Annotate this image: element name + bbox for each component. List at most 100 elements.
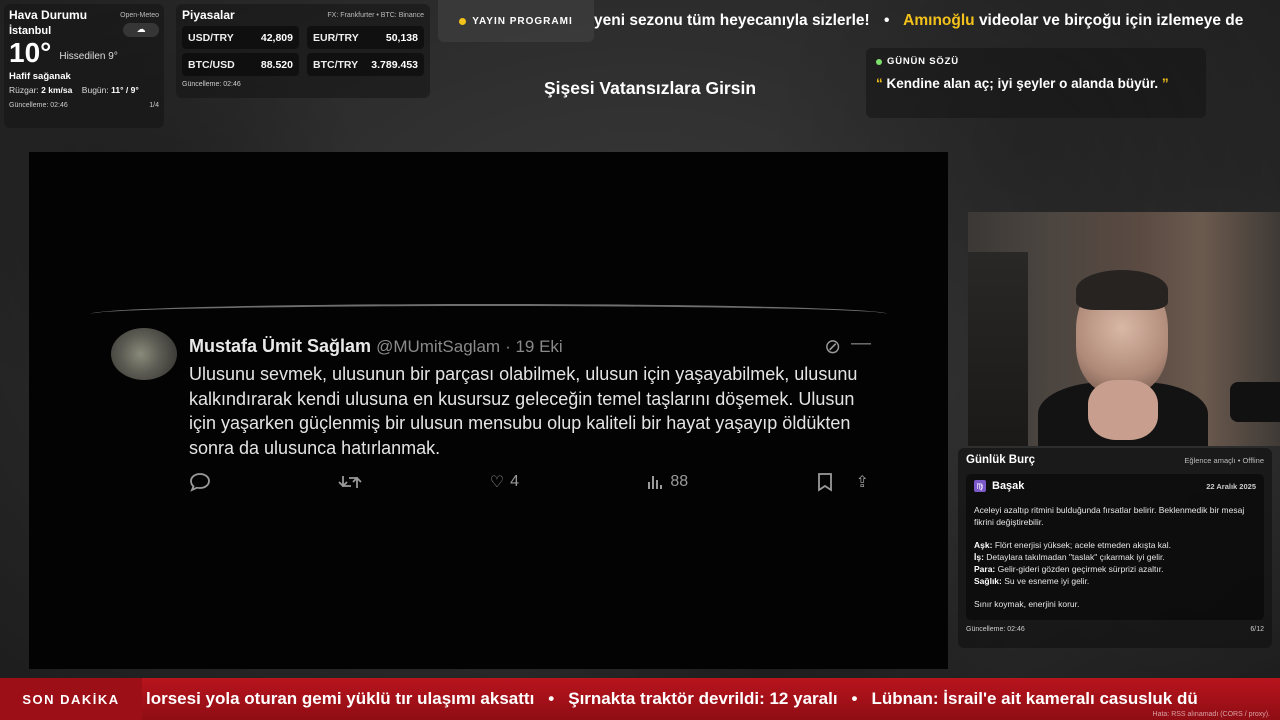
weather-widget: Hava Durumu Open-Meteo İstanbul ☁ 10° Hi… [4, 4, 164, 128]
webcam-feed [968, 212, 1280, 446]
today-value: 11° / 9° [111, 85, 139, 95]
view-count: 88 [670, 473, 689, 490]
screen-edge [91, 304, 887, 314]
market-label: USD/TRY [188, 31, 234, 44]
weather-temperature: 10° [9, 37, 52, 68]
virgo-icon: ♍ [974, 480, 986, 492]
bullet-icon: • [851, 689, 858, 708]
weather-city: İstanbul [9, 25, 52, 37]
breaking-news-label: SON DAKİKA [0, 678, 142, 720]
stream-title: Şişesi Vatansızlara Girsin [543, 78, 757, 98]
dot-icon [459, 17, 467, 25]
market-item-eur-try: EUR/TRY 50,138 [307, 26, 424, 49]
market-value: 50,138 [385, 31, 418, 44]
tweet-author-name: Mustafa Ümit Sağlam [189, 336, 372, 356]
horoscope-widget: Günlük Burç Eğlence amaçlı • Offline ♍ B… [958, 448, 1272, 648]
video-player[interactable]: Mustafa Ümit Sağlam @MUmitSaglam · 19 Ek… [29, 152, 948, 669]
rss-error: Hata: RSS alınamadı (CORS / proxy). [1152, 711, 1270, 718]
today-label: Bugün: [81, 85, 109, 95]
quote-close-mark: ” [1161, 76, 1169, 91]
heart-icon: ♡ [489, 474, 505, 491]
market-value: 88.520 [260, 58, 293, 71]
horoscope-closing: Sınır koymak, enerjini korur. [974, 599, 1080, 609]
bookmark-icon [816, 472, 834, 492]
horoscope-line-label: Sağlık: [974, 576, 1002, 586]
horoscope-line-text: Flört enerjisi yüksek; acele etmeden akı… [994, 540, 1172, 550]
top-ticker: yeni sezonu tüm heyecanıyla sizlerle! • … [594, 12, 1280, 34]
microphone [1230, 382, 1280, 422]
views: 88 [646, 472, 688, 492]
horoscope-line-text: Gelir-gideri gözden geçirmek sürprizi az… [997, 564, 1164, 574]
horoscope-date: 22 Aralık 2025 [1206, 481, 1256, 491]
horoscope-line: Para: Gelir-gideri gözden geçirmek sürpr… [974, 563, 1256, 575]
weather-updated: Güncelleme: 02:46 [9, 102, 68, 109]
quote-text: Kendine alan aç; iyi şeyler o alanda büy… [886, 76, 1159, 91]
tweet-text: Ulusunu sevmek, ulusunun bir parçası ola… [189, 364, 858, 458]
ticker-highlight: Amınoğlu [903, 12, 975, 29]
avatar [111, 328, 177, 380]
horoscope-line-text: Detaylara takılmadan "taslak" çıkarmak i… [986, 552, 1165, 562]
market-item-btc-usd: BTC/USD 88.520 [182, 53, 299, 76]
market-value: 3.789.453 [371, 58, 418, 71]
ticker-text: yeni sezonu tüm heyecanıyla sizlerle! [594, 12, 870, 29]
bullet-icon: • [548, 689, 555, 708]
views-icon [646, 473, 664, 491]
market-item-usd-try: USD/TRY 42,809 [182, 26, 299, 49]
bullet-icon: • [883, 12, 890, 29]
weather-title: Hava Durumu [9, 8, 88, 22]
market-item-btc-try: BTC/TRY 3.789.453 [307, 53, 424, 76]
weather-feels-like: Hissedilen 9° [59, 50, 118, 62]
quote-open-mark: “ [876, 76, 883, 91]
horoscope-line-label: Aşk: [974, 540, 993, 550]
streamer-hair [1076, 270, 1168, 310]
breaking-news-ticker: lorsesi yola oturan gemi yüklü tır ulaşı… [146, 678, 1280, 720]
cloud-icon: ☁ [123, 22, 159, 37]
live-dot-icon [876, 58, 882, 65]
retweet-icon [338, 472, 363, 492]
grok-icon: ⊘ [824, 336, 841, 358]
horoscope-line-label: İş: [974, 552, 984, 562]
tweet-date: · 19 Eki [505, 337, 563, 356]
schedule-button-label: YAYIN PROGRAMI [472, 15, 573, 27]
market-label: BTC/USD [188, 58, 235, 71]
market-label: EUR/TRY [313, 31, 359, 44]
reply-icon [189, 472, 211, 492]
horoscope-card: ♍ Başak 22 Aralık 2025 Aceleyi azaltıp r… [966, 474, 1264, 620]
weather-page: 1/4 [149, 102, 159, 109]
schedule-button[interactable]: YAYIN PROGRAMI [438, 0, 594, 42]
horoscope-line: İş: Detaylara takılmadan "taslak" çıkarm… [974, 551, 1256, 563]
horoscope-meta: Eğlence amaçlı • Offline [1184, 455, 1264, 465]
horoscope-line: Aşk: Flört enerjisi yüksek; acele etmede… [974, 539, 1256, 551]
news-item: lorsesi yola oturan gemi yüklü tır ulaşı… [146, 689, 535, 708]
news-item: Lübnan: İsrail'e ait kameralı casusluk d… [871, 689, 1198, 708]
wind-label: Rüzgar: [9, 85, 39, 95]
horoscope-page: 6/12 [1250, 626, 1264, 633]
horoscope-line-text: Su ve esneme iyi gelir. [1004, 576, 1090, 586]
horoscope-title: Günlük Burç [966, 454, 1036, 466]
breaking-news-bar: SON DAKİKA lorsesi yola oturan gemi yükl… [0, 678, 1280, 720]
like-button: ♡ 4 [490, 472, 519, 492]
wind-value: 2 km/sa [41, 85, 73, 95]
horoscope-summary: Aceleyi azaltıp ritmini bulduğunda fırsa… [974, 505, 1245, 527]
background-shelf [968, 252, 1028, 446]
market-label: BTC/TRY [313, 58, 359, 71]
streamer-hand [1088, 380, 1158, 440]
quote-heading: GÜNÜN SÖZÜ [887, 56, 959, 67]
markets-source: FX: Frankfurter • BTC: Binance [327, 11, 424, 19]
horoscope-updated: Güncelleme: 02:46 [966, 626, 1025, 633]
more-icon: — [851, 332, 871, 354]
market-value: 42,809 [260, 31, 293, 44]
ticker-text: videolar ve birçoğu için izlemeye de [978, 12, 1244, 29]
news-item: Şırnakta traktör devrildi: 12 yaralı [568, 689, 838, 708]
like-count: 4 [510, 473, 519, 490]
horoscope-line-label: Para: [974, 564, 996, 574]
weather-details: Rüzgar: 2 km/sa Bugün: 11° / 9° [9, 85, 159, 95]
share-icon: ⇪ [855, 474, 869, 491]
weather-condition: Hafif sağanak [9, 71, 71, 82]
markets-title: Piyasalar [182, 8, 235, 22]
markets-updated: Güncelleme: 02:46 [182, 81, 241, 88]
tweet-extra-actions: ⇪ [816, 472, 869, 492]
horoscope-line: Sağlık: Su ve esneme iyi gelir. [974, 575, 1256, 587]
markets-widget: Piyasalar FX: Frankfurter • BTC: Binance… [176, 4, 430, 98]
quote-widget: GÜNÜN SÖZÜ “ Kendine alan aç; iyi şeyler… [866, 48, 1206, 118]
